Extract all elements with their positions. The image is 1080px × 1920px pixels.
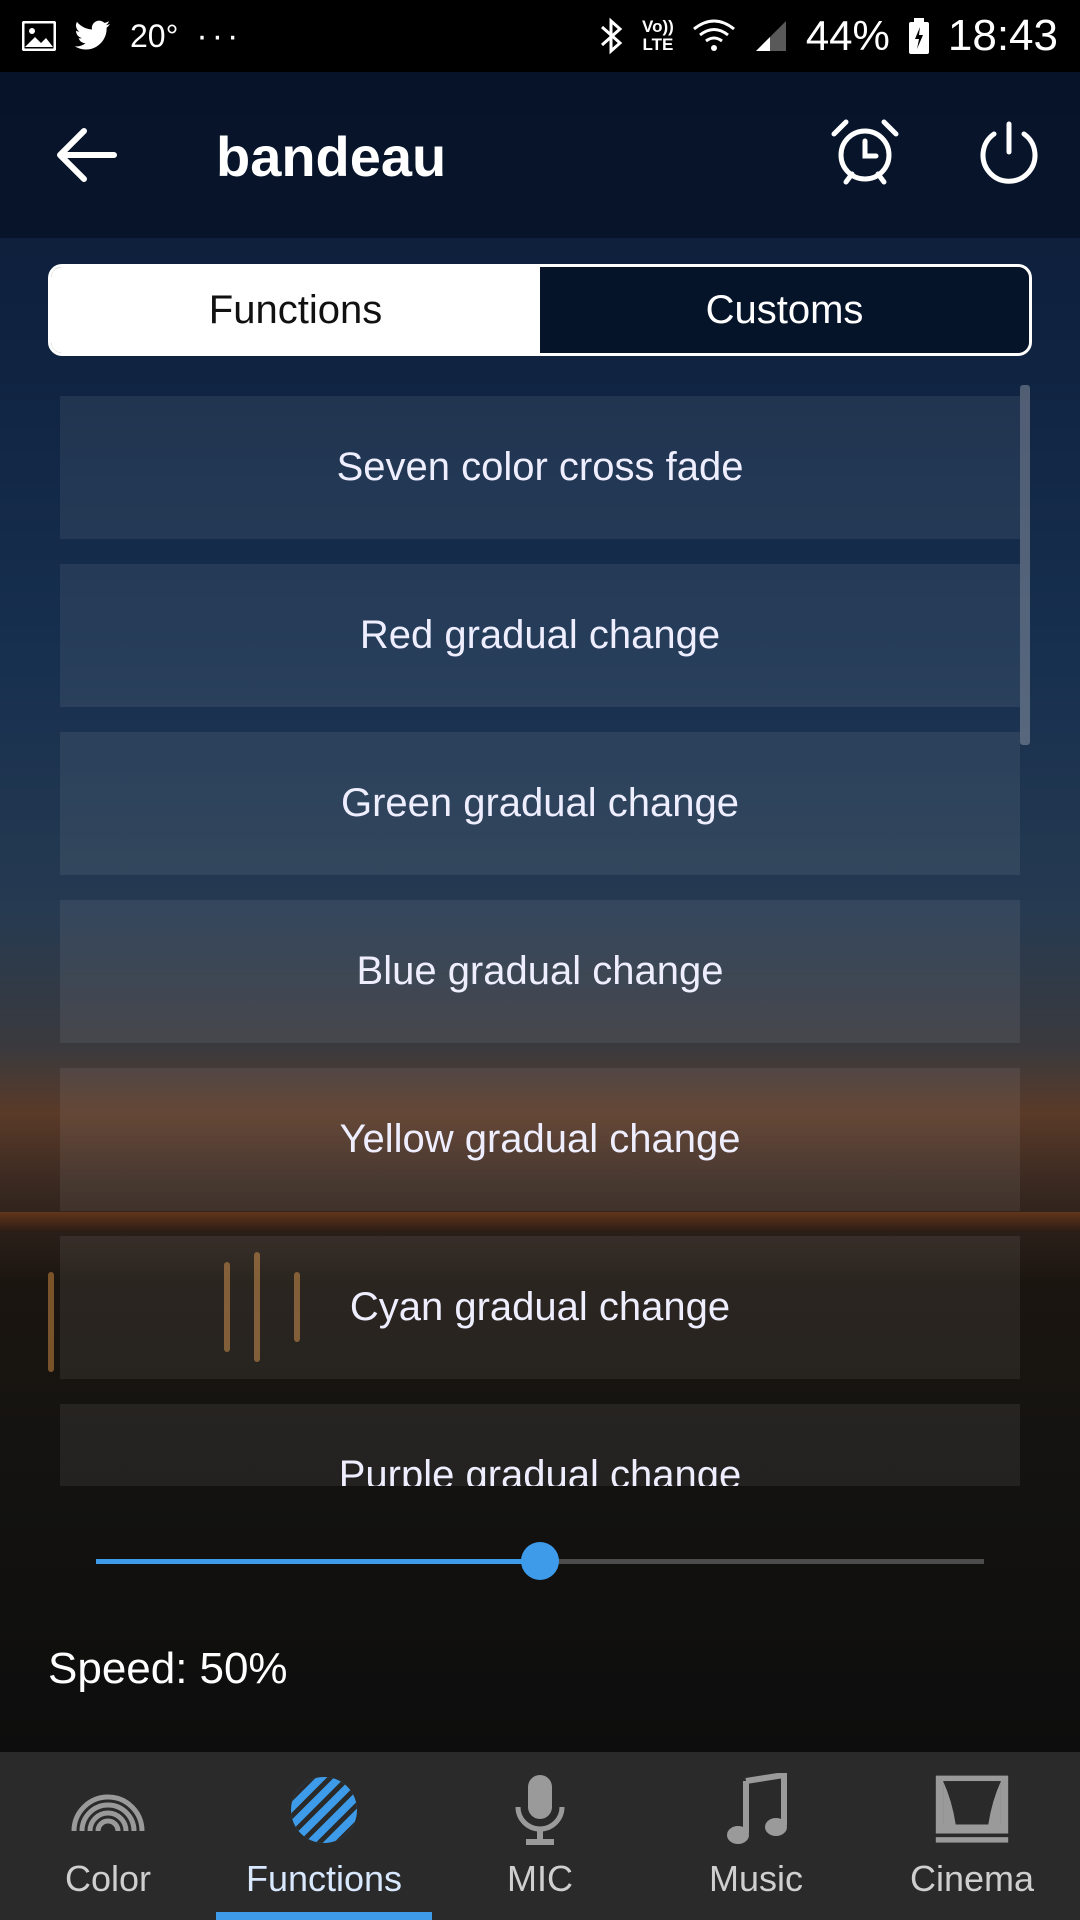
striped-circle-icon [286, 1772, 362, 1848]
function-list: Seven color cross fade Red gradual chang… [60, 396, 1020, 1486]
speed-slider-fill [96, 1559, 540, 1564]
nav-mic-label: MIC [507, 1858, 573, 1899]
speed-slider-thumb[interactable] [521, 1542, 559, 1580]
nav-mic[interactable]: MIC [432, 1752, 648, 1920]
arrow-left-icon [57, 128, 117, 182]
gallery-icon [22, 21, 56, 51]
bottom-navigation: Color Functions MIC Music Cinema [0, 1752, 1080, 1920]
function-item[interactable]: Cyan gradual change [60, 1236, 1020, 1379]
nav-color[interactable]: Color [0, 1752, 216, 1920]
twitter-icon [74, 20, 112, 52]
light-reflection [48, 1272, 54, 1372]
volte-label: Vo)) [642, 17, 674, 36]
back-button[interactable] [52, 120, 122, 190]
nav-color-label: Color [64, 1858, 152, 1899]
speed-label: Speed: [48, 1644, 188, 1693]
tab-switcher: Functions Customs [48, 264, 1032, 356]
speed-readout: Speed: 50% [48, 1644, 288, 1694]
alarm-clock-icon [831, 119, 899, 185]
tab-functions[interactable]: Functions [51, 267, 540, 353]
volte-icon: Vo)) LTE [642, 18, 674, 54]
more-notifications-icon: ··· [196, 16, 243, 55]
active-tab-indicator [216, 1912, 432, 1920]
list-scrollbar[interactable] [1020, 385, 1030, 745]
function-item[interactable]: Red gradual change [60, 564, 1020, 707]
function-item[interactable]: Green gradual change [60, 732, 1020, 875]
tab-customs[interactable]: Customs [540, 267, 1029, 353]
app-header: bandeau [0, 72, 1080, 238]
power-icon [980, 121, 1038, 184]
nav-cinema-label: Cinema [909, 1858, 1035, 1899]
timer-button[interactable] [828, 116, 902, 190]
nav-cinema[interactable]: Cinema [864, 1752, 1080, 1920]
signal-icon [754, 19, 788, 53]
function-item[interactable]: Yellow gradual change [60, 1068, 1020, 1211]
function-item[interactable]: Purple gradual change [60, 1404, 1020, 1486]
cinema-icon [934, 1772, 1010, 1848]
battery-percentage: 44% [805, 12, 890, 59]
page-title: bandeau [216, 125, 447, 188]
weather-temperature: 20° [130, 17, 179, 54]
function-item[interactable]: Seven color cross fade [60, 396, 1020, 539]
clock: 18:43 [947, 11, 1058, 60]
music-note-icon [718, 1772, 794, 1848]
function-item[interactable]: Blue gradual change [60, 900, 1020, 1043]
speed-slider[interactable] [96, 1542, 984, 1580]
nav-functions[interactable]: Functions [216, 1752, 432, 1920]
nav-music-label: Music [708, 1858, 803, 1899]
bluetooth-icon [600, 17, 624, 55]
power-button[interactable] [972, 116, 1046, 190]
battery-icon [908, 17, 930, 55]
lte-label: LTE [642, 35, 674, 54]
microphone-icon [502, 1772, 578, 1848]
rainbow-icon [70, 1772, 146, 1848]
status-bar: 20° ··· Vo)) LTE 44% 18:43 [0, 0, 1080, 72]
speed-value: 50% [199, 1644, 288, 1693]
wifi-icon [692, 19, 736, 53]
nav-functions-label: Functions [245, 1858, 403, 1899]
nav-music[interactable]: Music [648, 1752, 864, 1920]
